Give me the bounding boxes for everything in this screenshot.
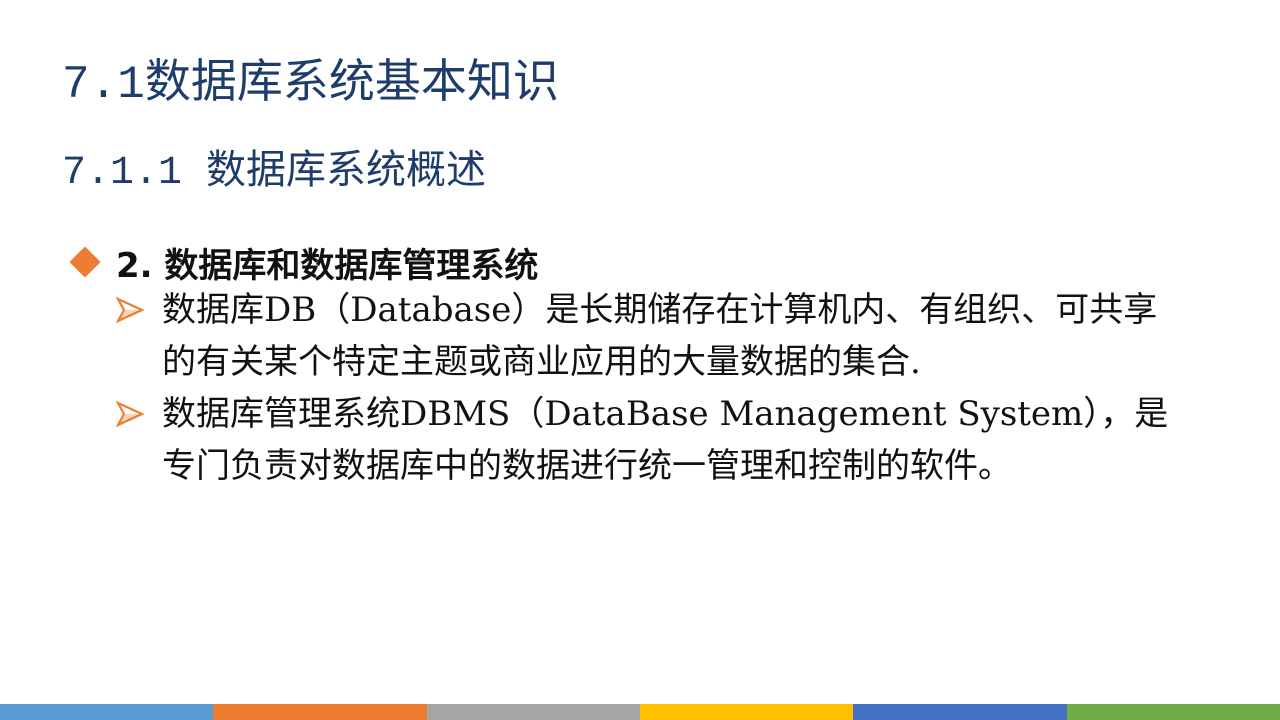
arrow-bullet-icon — [116, 388, 162, 440]
slide-title: 7.1数据库系统基本知识 — [62, 59, 559, 111]
section-point: 2. 数据库和数据库管理系统 — [68, 234, 538, 290]
bullet-text: 数据库管理系统DBMS（DataBase Management System），… — [162, 394, 1169, 486]
slide-subtitle: 7.1.1 数据库系统概述 — [62, 151, 487, 196]
bullet-item: 数据库DB（Database）是长期储存在计算机内、有组织、可共享的有关某个特定… — [116, 284, 1176, 388]
arrow-bullet-icon — [116, 284, 162, 336]
section-point-label: 2. 数据库和数据库管理系统 — [116, 245, 539, 286]
bottom-color-bar — [0, 704, 1280, 720]
bar-segment — [853, 704, 1067, 720]
slide: 7.1数据库系统基本知识 7.1.1 数据库系统概述 2. 数据库和数据库管理系… — [0, 0, 1280, 720]
bullet-item: 数据库管理系统DBMS（DataBase Management System），… — [116, 388, 1176, 492]
diamond-bullet-icon — [69, 246, 101, 278]
bullet-text: 数据库DB（Database）是长期储存在计算机内、有组织、可共享的有关某个特定… — [162, 290, 1158, 382]
bar-segment — [0, 704, 214, 720]
bar-segment — [213, 704, 427, 720]
bar-segment — [639, 704, 854, 720]
bar-segment — [426, 704, 640, 720]
bar-segment — [1066, 704, 1280, 720]
bullet-list: 数据库DB（Database）是长期储存在计算机内、有组织、可共享的有关某个特定… — [116, 284, 1176, 492]
